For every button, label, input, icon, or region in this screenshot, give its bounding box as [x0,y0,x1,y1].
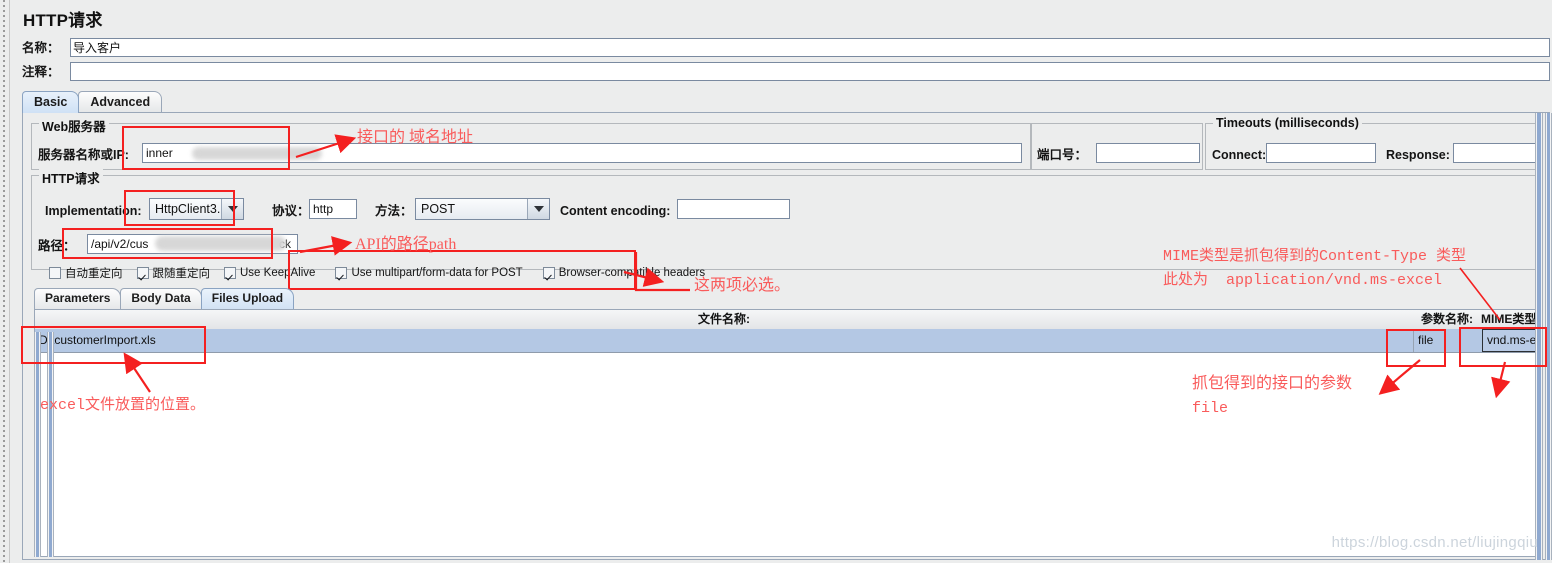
annotation-domain: 接口的 域名地址 [357,129,474,146]
editor-gutter [0,0,10,563]
vertical-scrollbar[interactable] [1535,113,1543,560]
table-left-rail-2 [47,332,54,557]
response-input[interactable] [1453,143,1538,163]
column-header-file-name: 文件名称: [698,312,750,326]
files-upload-table: 文件名称: 参数名称: MIME类型: D:\customerImport.xl… [34,309,1541,557]
checkbox-auto-redirect[interactable]: 自动重定向 [49,265,123,281]
path-redaction [155,236,286,251]
port-label: 端口号： [1037,148,1088,162]
checkbox-label: Browser-compatible headers [558,267,706,279]
timeouts-group-label: Timeouts (milliseconds) [1213,116,1362,130]
implementation-label: Implementation: [45,204,142,218]
name-label: 名称： [22,38,64,59]
checkbox-box[interactable] [136,267,149,279]
table-header-row: 文件名称: 参数名称: MIME类型: [35,310,1541,330]
table-left-rail [34,332,41,557]
response-label: Response: [1386,148,1450,162]
tab-files-upload[interactable]: Files Upload [200,288,295,309]
table-row[interactable]: D:\customerImport.xls file vnd.ms-excel [35,329,1540,353]
method-value: POST [421,202,456,216]
checkbox-label: Use KeepAlive [240,267,316,279]
annotation-excel-location: excel文件放置的位置。 [40,397,206,414]
annotation-mime-line1: MIME类型是抓包得到的Content-Type 类型 [1163,248,1467,265]
checkbox-label: Use multipart/form-data for POST [351,267,523,279]
annotation-two-required: 这两项必选。 [694,277,791,294]
method-dropdown-button[interactable] [527,199,549,219]
annotation-mime-line2: 此处为 application/vnd.ms-excel [1163,272,1443,289]
server-name-redaction [192,147,322,160]
column-header-param-name: 参数名称: [1421,312,1473,326]
annotation-param-line2: file [1192,400,1229,417]
tab-body-data[interactable]: Body Data [120,288,202,309]
screenshot-root: HTTP请求 名称： 注释： Basic Advanced Web服务器 服务器… [0,0,1552,563]
web-server-group: Web服务器 服务器名称或IP: [31,116,1031,170]
protocol-label: 协议： [272,204,310,218]
checkbox-use-multipart[interactable]: Use multipart/form-data for POST [335,267,523,279]
checkbox-label: 自动重定向 [65,268,123,280]
options-checkbox-row: 自动重定向 跟随重定向 Use KeepAlive Use multipart/… [49,265,719,281]
cell-file-name[interactable]: D:\customerImport.xls [35,329,1413,352]
port-input[interactable] [1096,143,1200,163]
checkbox-box[interactable] [224,267,236,279]
chevron-down-icon [227,206,238,212]
main-tabs: Basic Advanced [22,91,163,113]
checkbox-box[interactable] [335,267,348,279]
method-label: 方法： [375,204,413,218]
comment-input[interactable] [70,62,1550,81]
name-input[interactable] [70,38,1550,57]
implementation-value: HttpClient3.1 [155,202,221,216]
path-value: /api/v2/cus [91,237,149,251]
content-encoding-input[interactable] [677,199,790,219]
vertical-scrollbar-thumb[interactable] [1537,113,1541,560]
tab-advanced[interactable]: Advanced [78,91,163,113]
connect-label: Connect: [1212,148,1267,162]
table-left-rail-thumb [36,332,39,557]
checkbox-box[interactable] [542,267,555,279]
vertical-scrollbar-outer-thumb[interactable] [1547,113,1550,560]
checkbox-browser-compatible-headers[interactable]: Browser-compatible headers [542,267,706,279]
comment-row: 注释： [22,62,1550,83]
watermark: https://blog.csdn.net/liujingqiu [1331,534,1538,551]
implementation-combo[interactable]: HttpClient3.1 [149,198,244,220]
gutter-dots [3,0,5,563]
request-data-tabs: Parameters Body Data Files Upload [34,288,295,310]
path-label: 路径： [38,239,76,253]
implementation-dropdown-button[interactable] [221,199,243,219]
http-request-group-label: HTTP请求 [39,168,103,187]
column-header-mime-type: MIME类型: [1481,312,1541,326]
page-title: HTTP请求 [23,11,103,30]
tab-parameters[interactable]: Parameters [34,288,122,309]
table-left-rail-2-thumb [49,332,52,557]
basic-tab-panel: Web服务器 服务器名称或IP: 端口号： Timeouts (millisec… [22,112,1550,560]
timeouts-group: Timeouts (milliseconds) Connect: Respons… [1205,116,1543,170]
annotation-param-line1: 抓包得到的接口的参数 [1192,375,1353,392]
checkbox-use-keepalive[interactable]: Use KeepAlive [224,267,315,279]
checkbox-box[interactable] [49,267,61,279]
checkbox-label: 跟随重定向 [152,268,211,280]
vertical-scrollbar-outer[interactable] [1545,113,1552,560]
protocol-input[interactable]: http [309,199,357,219]
connect-input[interactable] [1266,143,1376,163]
annotation-api-path: API的路径path [355,236,457,253]
tab-basic[interactable]: Basic [22,91,80,113]
cell-param-name[interactable]: file [1413,329,1481,352]
chevron-down-icon [533,206,544,212]
content-encoding-label: Content encoding: [560,204,671,218]
server-name-label: 服务器名称或IP: [38,148,129,162]
web-server-group-label: Web服务器 [39,116,109,135]
checkbox-follow-redirect[interactable]: 跟随重定向 [136,265,211,281]
comment-label: 注释： [22,62,64,83]
cell-mime-type[interactable]: vnd.ms-excel [1482,329,1540,352]
method-combo[interactable]: POST [415,198,550,220]
name-row: 名称： [22,38,1550,59]
port-group: 端口号： [1031,123,1203,170]
